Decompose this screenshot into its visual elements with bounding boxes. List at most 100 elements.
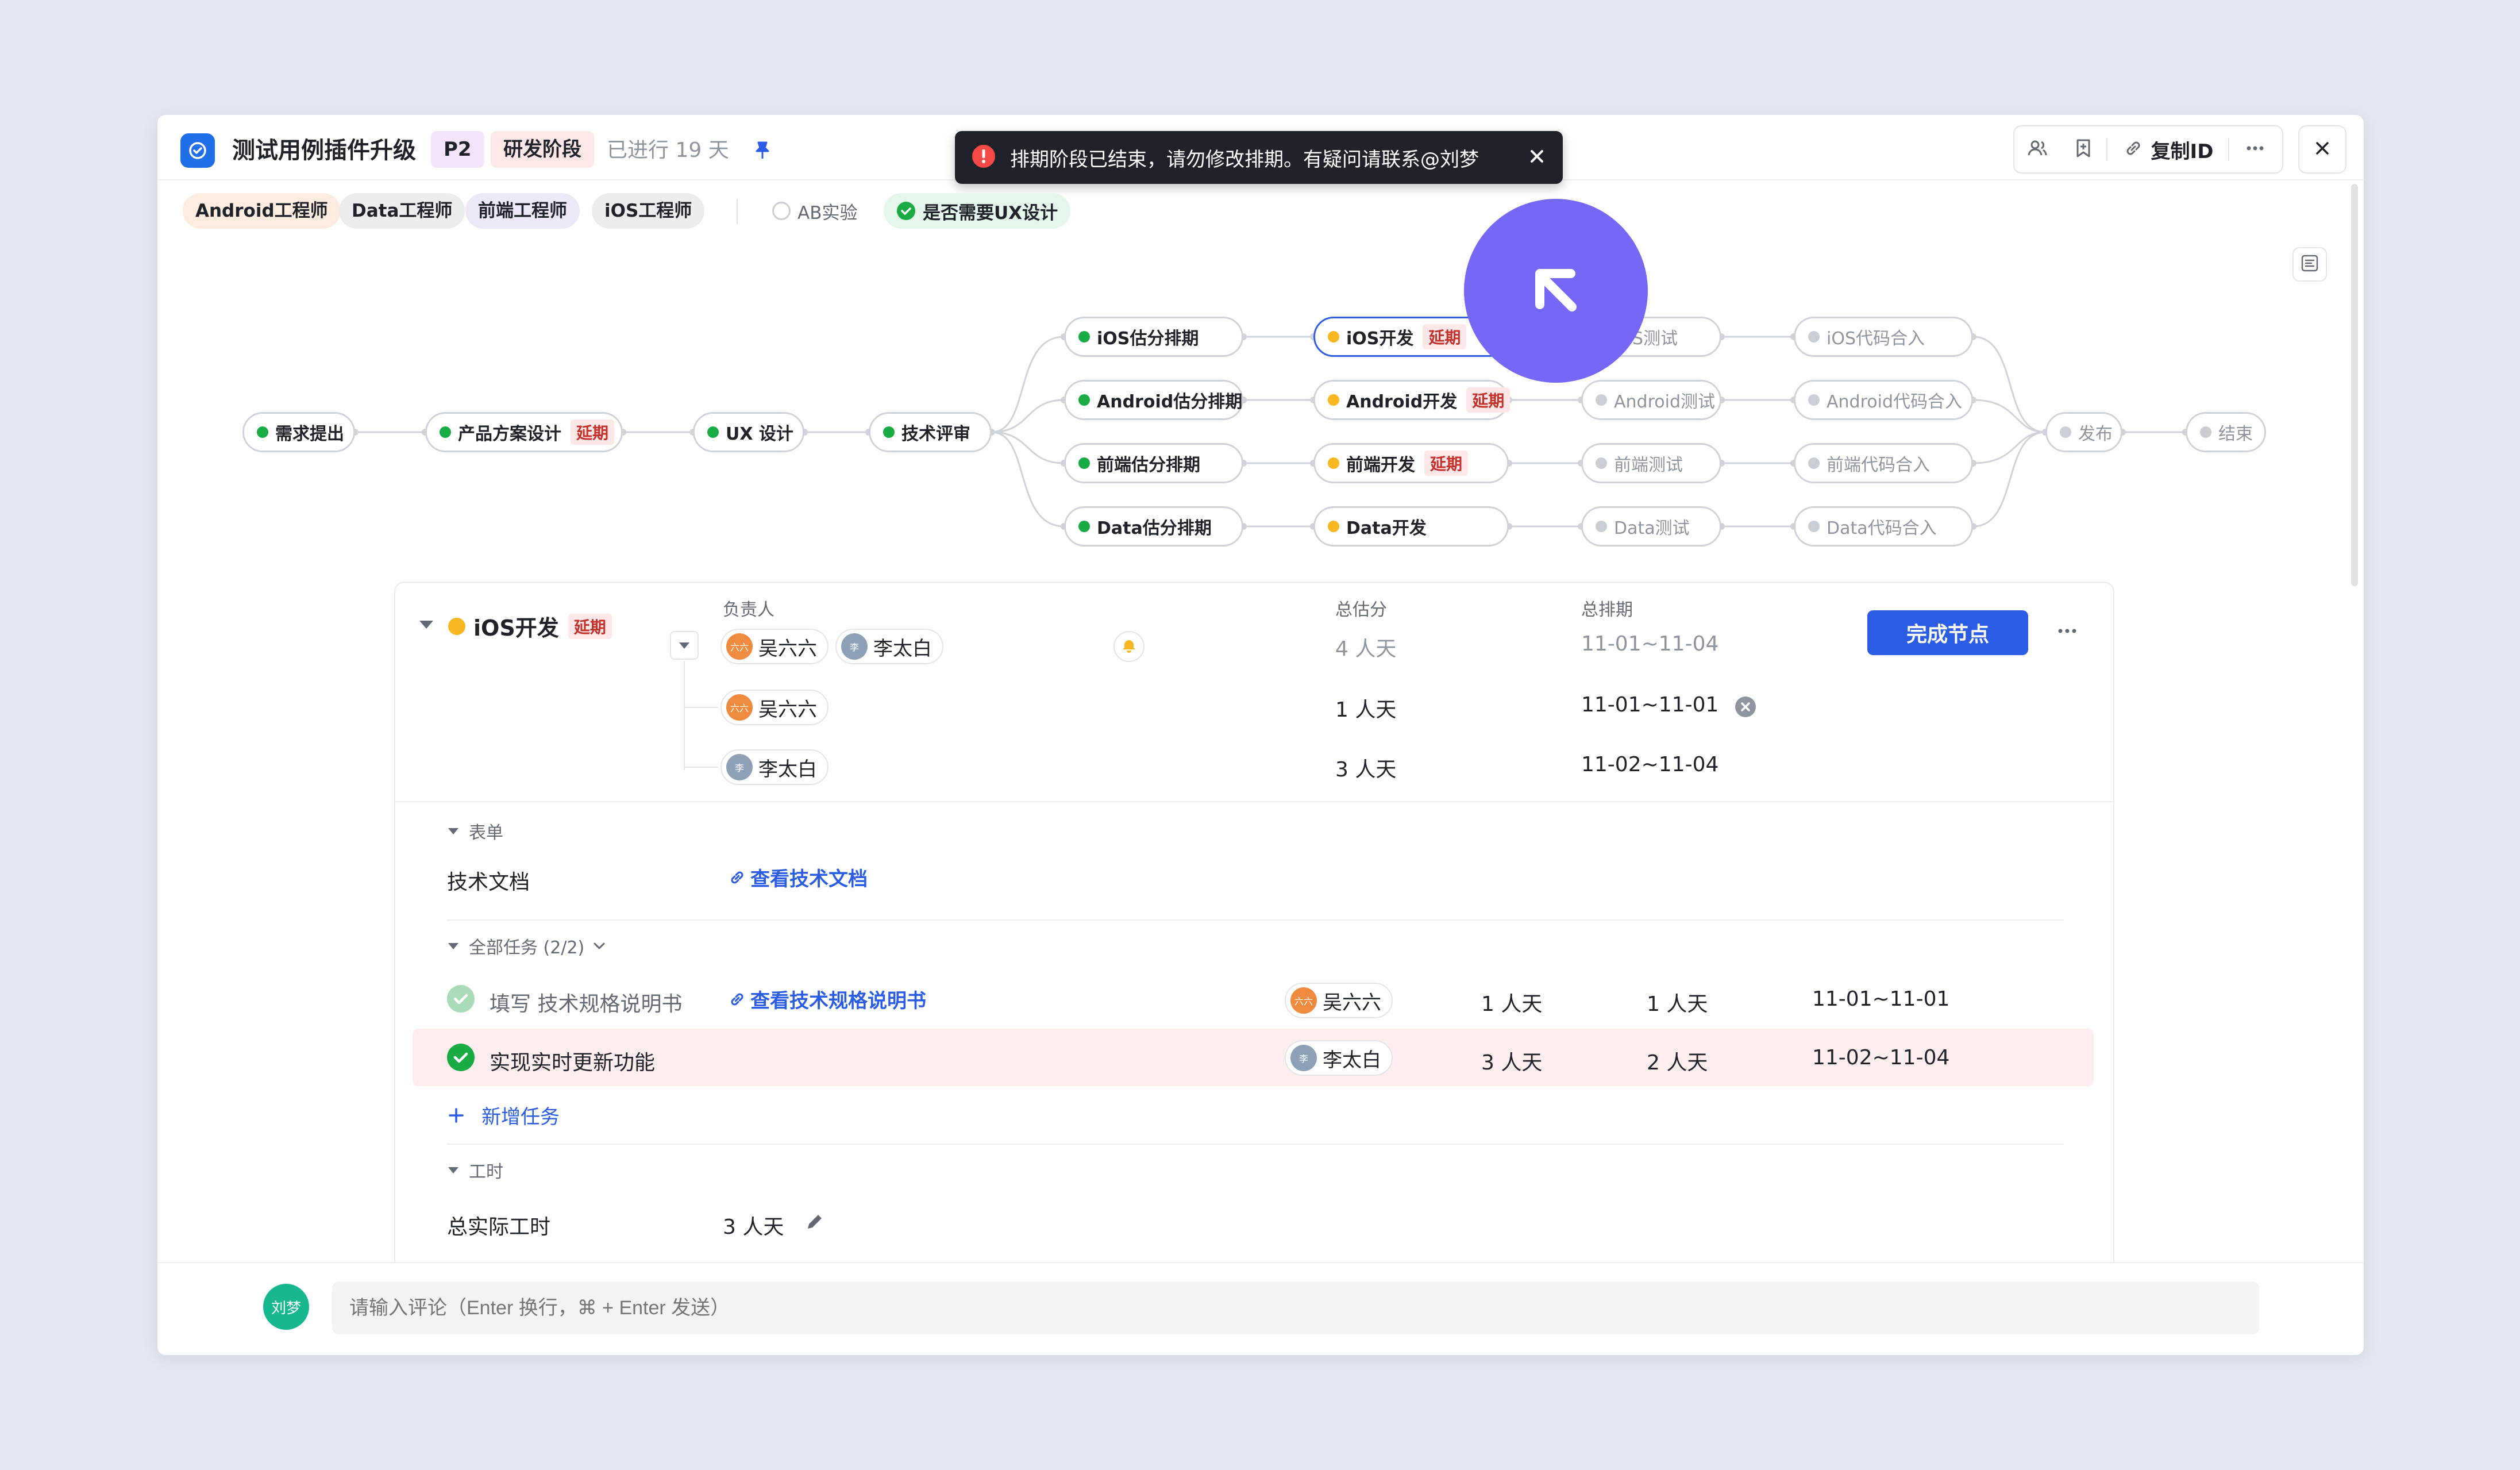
owner-schedule[interactable]: 11-01~11-01 [1581,693,1718,717]
status-pending-dot [1808,331,1820,343]
form-section-toggle[interactable]: 表单 [448,818,503,844]
tasks-section-toggle[interactable]: 全部任务 (2/2) [448,933,607,959]
complete-node-button[interactable]: 完成节点 [1867,610,2028,655]
status-done-dot [1078,457,1090,469]
status-done-dot [1078,331,1090,343]
hours-section-toggle[interactable]: 工时 [448,1157,503,1183]
tech-doc-link[interactable]: 查看技术文档 [727,863,868,891]
section-divider [447,1144,2064,1145]
collapse-caret-icon[interactable] [419,621,433,629]
status-in-progress-dot [1328,394,1339,406]
node-label: 发布 [2078,424,2113,444]
owner-estimate: 3 人天 [1335,758,1397,782]
flow-node-android-dev[interactable]: Android开发 延期 [1313,380,1511,420]
flow-node-tech-review[interactable]: 技术评审 [869,412,992,452]
delay-badge: 延期 [1424,451,1469,476]
flow-node-frontend-estimate[interactable]: 前端估分排期 [1064,443,1243,483]
node-label: Data测试 [1614,518,1690,538]
edit-hours-button[interactable] [803,1210,826,1236]
delay-badge: 延期 [571,420,615,445]
task-1-schedule: 11-01~11-01 [1812,987,1950,1011]
tech-doc-label: 技术文档 [447,871,530,894]
owner-name: 吴六六 [758,698,817,721]
remind-button[interactable] [1113,631,1145,662]
flow-node-data-estimate[interactable]: Data估分排期 [1064,506,1243,547]
add-task-button[interactable]: 新增任务 [447,1101,560,1129]
comment-input[interactable] [332,1282,2259,1334]
owner-chip-li[interactable]: 李李太白 [720,749,829,785]
task-2-title[interactable]: 实现实时更新功能 [490,1046,655,1076]
task-1-title[interactable]: 填写 技术规格说明书 [490,987,682,1017]
flow-node-requirement[interactable]: 需求提出 [242,412,355,452]
task-detail-window: 测试用例插件升级 P2 研发阶段 已进行 19 天 复制ID 排期阶段已结束，请… [157,115,2364,1355]
task-1-checkbox[interactable] [447,985,475,1013]
owner-name: 李太白 [873,637,932,660]
node-label: Android估分排期 [1097,392,1243,412]
flow-node-data-merge[interactable]: Data代码合入 [1794,506,1973,547]
flow-node-data-test[interactable]: Data测试 [1581,506,1721,547]
task-1-owner[interactable]: 六六 吴六六 [1285,983,1393,1018]
node-label: Data估分排期 [1097,518,1212,538]
flow-node-android-merge[interactable]: Android代码合入 [1794,380,1973,420]
owner-chip-wu[interactable]: 六六 吴六六 [720,690,829,725]
flow-node-product-design[interactable]: 产品方案设计 延期 [425,412,623,452]
task-1-link-text: 查看技术规格说明书 [750,990,926,1013]
avatar: 李 [1290,1045,1317,1071]
link-icon [727,990,747,1009]
flow-node-ios-merge[interactable]: iOS代码合入 [1794,317,1973,357]
status-pending-dot [1808,457,1820,469]
expand-owners-button[interactable] [670,631,699,660]
node-label: 结束 [2218,424,2253,444]
tree-line [684,661,685,770]
status-in-progress-dot [1328,457,1339,469]
flow-node-frontend-merge[interactable]: 前端代码合入 [1794,443,1973,483]
flow-node-data-dev[interactable]: Data开发 [1313,506,1509,547]
total-estimate: 4 人天 [1335,637,1397,661]
node-more-button[interactable] [2055,618,2080,646]
flow-node-android-estimate[interactable]: Android估分排期 [1064,380,1243,420]
tasks-section-label: 全部任务 (2/2) [469,938,585,958]
node-label: 前端估分排期 [1097,455,1200,475]
chevron-down-icon[interactable] [591,938,607,954]
total-schedule: 11-01~11-04 [1581,632,1719,656]
owner-chip-li[interactable]: 李李太白 [835,629,943,664]
check-circle-icon [447,1044,475,1071]
avatar: 李 [726,754,753,780]
status-in-progress-dot [1328,521,1339,532]
node-label: 前端代码合入 [1827,455,1930,475]
flag-icon [883,426,895,438]
task-2-estimate: 3 人天 [1481,1051,1543,1075]
form-section-label: 表单 [469,823,503,843]
owner-name: 吴六六 [1323,991,1381,1014]
flow-node-frontend-test[interactable]: 前端测试 [1581,443,1721,483]
plus-icon [447,1106,465,1125]
status-done-dot [1078,521,1090,532]
owner-chip-wu[interactable]: 六六 吴六六 [720,629,829,664]
node-label: Android代码合入 [1827,392,1962,412]
flow-node-end[interactable]: 结束 [2186,412,2266,452]
task-2-owner[interactable]: 李李太白 [1285,1040,1393,1076]
caret-down-icon [448,942,458,949]
status-pending-dot [1808,394,1820,406]
flow-node-ux-design[interactable]: UX 设计 [693,412,804,452]
flow-node-ios-estimate[interactable]: iOS估分排期 [1064,317,1243,357]
arrow-up-left-icon [1516,249,1596,332]
estimate-column-label: 总估分 [1335,600,1387,620]
hours-section-label: 工时 [469,1162,503,1182]
flow-node-frontend-dev[interactable]: 前端开发 延期 [1313,443,1509,483]
status-pending-dot [1808,521,1820,532]
flow-node-release[interactable]: 发布 [2045,412,2122,452]
task-2-checkbox[interactable] [447,1044,475,1071]
detail-node-title: iOS开发 延期 [448,610,612,642]
owner-schedule[interactable]: 11-02~11-04 [1581,753,1718,776]
status-pending-dot [1596,521,1607,532]
node-label: iOS代码合入 [1827,329,1925,349]
status-pending-dot [2200,426,2211,438]
node-label: 前端开发 [1346,455,1415,475]
owner-name: 李太白 [758,757,817,781]
section-divider [447,919,2064,921]
delay-badge: 延期 [1466,387,1511,413]
clear-schedule-button[interactable] [1734,695,1757,721]
task-1-link[interactable]: 查看技术规格说明书 [727,985,926,1013]
flow-node-android-test[interactable]: Android测试 [1581,380,1721,420]
